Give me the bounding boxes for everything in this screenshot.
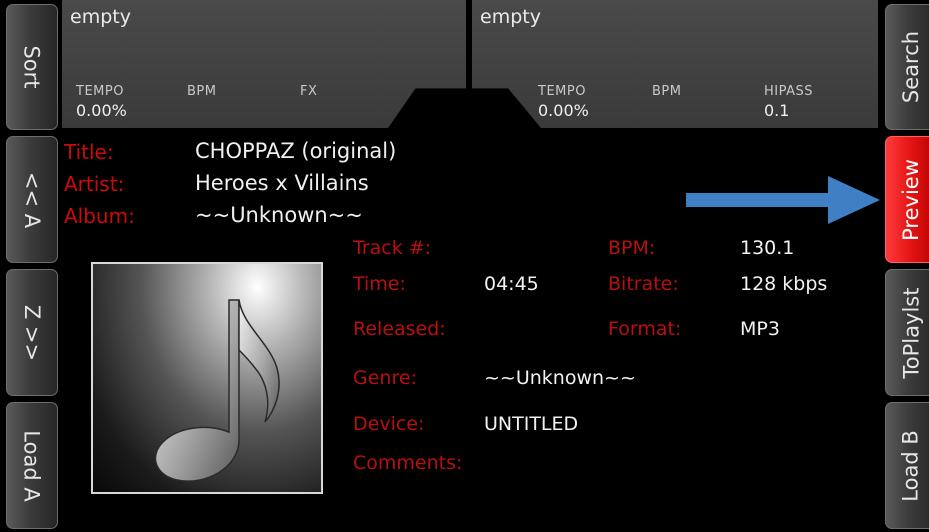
track-number-label: Track #:: [353, 237, 432, 259]
deck-b-track-name: empty: [480, 6, 541, 28]
track-title: CHOPPAZ (original): [195, 139, 397, 163]
deck-b-hipass-label: HIPASS: [764, 84, 814, 99]
sort-button-label: Sort: [19, 45, 44, 89]
time-value: 04:45: [484, 273, 539, 295]
deck-a-tempo-label: TEMPO: [76, 84, 124, 99]
sort-a-to-z-button[interactable]: << A: [6, 136, 58, 263]
deck-divider: [467, 0, 472, 90]
comments-label: Comments:: [353, 452, 463, 474]
deck-a-tempo-value: 0.00%: [76, 101, 127, 120]
genre-label: Genre:: [353, 367, 417, 389]
deck-b-tempo-label: TEMPO: [538, 84, 586, 99]
title-label: Title:: [64, 140, 114, 164]
track-artist: Heroes x Villains: [195, 171, 369, 195]
deck-b-tempo-value: 0.00%: [538, 101, 589, 120]
to-playlist-label: ToPlaylst: [899, 287, 924, 378]
device-label: Device:: [353, 413, 425, 435]
genre-value: ~~Unknown~~: [484, 367, 636, 389]
deck-a-track-name: empty: [70, 6, 131, 28]
sort-button[interactable]: Sort: [6, 4, 58, 130]
load-b-label: Load B: [899, 429, 923, 502]
deck-a-panel: empty TEMPO 0.00% BPM FX: [62, 0, 466, 128]
arrow-right-icon: [686, 176, 880, 224]
format-label: Format:: [608, 318, 682, 340]
to-playlist-button[interactable]: ToPlaylst: [885, 269, 929, 396]
deck-b-hipass-value: 0.1: [764, 101, 790, 120]
sort-a-to-z-label: << A: [20, 171, 45, 228]
load-a-button[interactable]: Load A: [6, 402, 58, 529]
deck-b-panel: empty TEMPO 0.00% BPM HIPASS 0.1: [472, 0, 878, 128]
sort-z-to-a-label: Z >>: [20, 304, 45, 361]
music-note-icon: [154, 299, 280, 482]
album-art: [91, 262, 323, 494]
load-a-label: Load A: [20, 429, 45, 502]
bpm-label: BPM:: [608, 237, 656, 259]
time-label: Time:: [353, 273, 406, 295]
track-album: ~~Unknown~~: [195, 203, 363, 227]
search-button[interactable]: Search: [885, 4, 929, 130]
search-button-label: Search: [899, 30, 923, 104]
bpm-value: 130.1: [740, 237, 795, 259]
device-value: UNTITLED: [484, 413, 579, 435]
bitrate-label: Bitrate:: [608, 273, 679, 295]
preview-button[interactable]: Preview: [885, 136, 929, 263]
format-value: MP3: [740, 318, 780, 340]
album-label: Album:: [64, 204, 135, 228]
bitrate-value: 128 kbps: [740, 273, 828, 295]
sort-z-to-a-button[interactable]: Z >>: [6, 269, 58, 396]
released-label: Released:: [353, 318, 446, 340]
deck-b-bpm-label: BPM: [652, 84, 682, 99]
load-b-button[interactable]: Load B: [885, 402, 929, 529]
deck-a-fx-label: FX: [300, 84, 318, 99]
deck-a-bpm-label: BPM: [187, 84, 217, 99]
preview-button-label: Preview: [899, 158, 923, 241]
artist-label: Artist:: [64, 172, 125, 196]
